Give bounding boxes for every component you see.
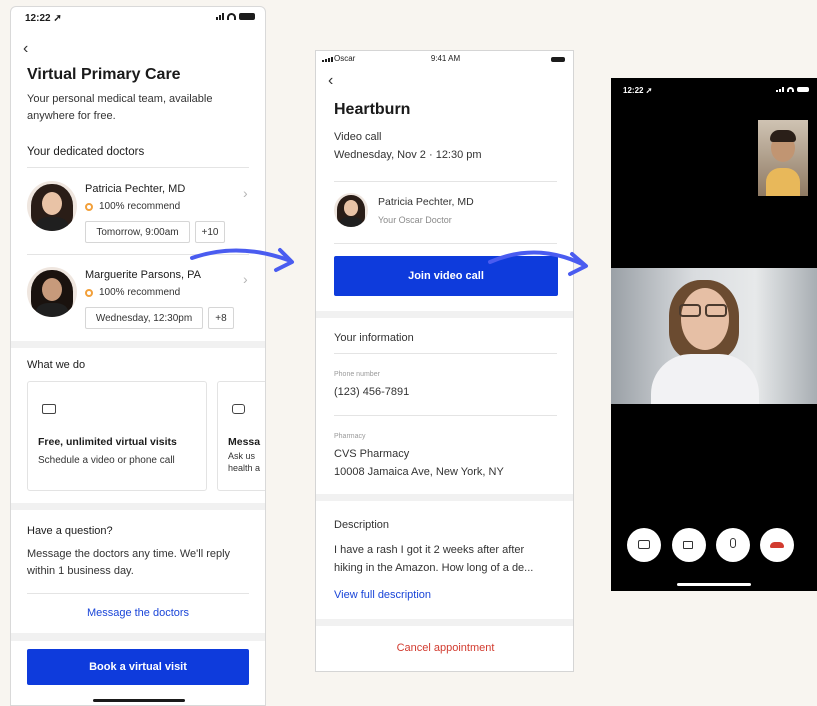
status-time: 12:22 ➚ bbox=[623, 86, 653, 95]
description-heading: Description bbox=[334, 519, 390, 531]
virtual-care-screen: 12:22 ➚ ‹ Virtual Primary Care Your pers… bbox=[10, 6, 266, 706]
status-icons bbox=[776, 87, 809, 92]
status-bar: Oscar 9:41 AM bbox=[316, 51, 573, 69]
battery-icon bbox=[239, 13, 255, 20]
appointment-slot-pill[interactable]: Wednesday, 12:30pm bbox=[85, 307, 203, 329]
page-subtitle-line2: anywhere for free. bbox=[27, 110, 116, 122]
divider bbox=[334, 181, 557, 182]
visit-date: Wednesday, Nov 2 · 12:30 pm bbox=[334, 149, 482, 161]
signal-icon bbox=[216, 13, 224, 20]
hang-up-icon bbox=[770, 542, 784, 548]
phone-value: (123) 456-7891 bbox=[334, 386, 410, 398]
status-time: 12:22 ➚ bbox=[25, 13, 62, 24]
pharmacy-name: CVS Pharmacy bbox=[334, 448, 410, 460]
your-information-heading: Your information bbox=[334, 332, 414, 344]
what-we-do-heading: What we do bbox=[27, 359, 86, 371]
battery-icon bbox=[551, 57, 565, 62]
flow-arrow-icon bbox=[190, 248, 294, 272]
status-bar: 12:22 ➚ bbox=[611, 78, 817, 102]
chevron-right-icon: › bbox=[243, 185, 248, 201]
question-heading: Have a question? bbox=[27, 525, 113, 537]
book-virtual-visit-button[interactable]: Book a virtual visit bbox=[27, 649, 249, 685]
card-desc: Schedule a video or phone call bbox=[38, 455, 175, 466]
view-full-description-link[interactable]: View full description bbox=[334, 587, 431, 604]
signal-icon bbox=[776, 87, 784, 92]
section-divider bbox=[316, 311, 573, 318]
doctor-name: Patricia Pechter, MD bbox=[85, 183, 186, 195]
section-divider bbox=[11, 633, 265, 641]
pharmacy-address: 10008 Jamaica Ave, New York, NY bbox=[334, 466, 504, 478]
recommend-icon bbox=[85, 289, 93, 297]
self-video-preview[interactable] bbox=[758, 120, 808, 196]
video-toggle-button[interactable] bbox=[672, 528, 706, 562]
wifi-icon bbox=[227, 13, 236, 20]
visit-type: Video call bbox=[334, 131, 382, 143]
remote-video-feed bbox=[611, 268, 817, 404]
video-camera-icon bbox=[683, 541, 693, 549]
card-title: Free, unlimited virtual visits bbox=[38, 436, 177, 448]
section-divider bbox=[316, 494, 573, 501]
video-camera-icon bbox=[42, 404, 56, 414]
back-chevron-icon[interactable]: ‹ bbox=[328, 73, 333, 89]
card-desc-line2: health a bbox=[228, 463, 261, 473]
camera-flip-button[interactable] bbox=[627, 528, 661, 562]
phone-label: Phone number bbox=[334, 371, 380, 378]
recommend-text: 100% recommend bbox=[99, 287, 181, 298]
back-chevron-icon[interactable]: ‹ bbox=[23, 41, 28, 57]
divider bbox=[334, 353, 557, 354]
service-card-visits[interactable]: Free, unlimited virtual visits Schedule … bbox=[27, 381, 207, 491]
doctors-heading: Your dedicated doctors bbox=[27, 146, 145, 158]
appointment-title: Heartburn bbox=[334, 101, 411, 118]
appointment-slot-pill[interactable]: Tomorrow, 9:00am bbox=[85, 221, 190, 243]
avatar bbox=[334, 193, 368, 227]
recommend-text: 100% recommend bbox=[99, 201, 181, 212]
description-line1: I have a rash I got it 2 weeks after aft… bbox=[334, 544, 525, 556]
description-line2: hiking in the Amazon. How long of a de..… bbox=[334, 562, 534, 574]
mute-button[interactable] bbox=[716, 528, 750, 562]
divider bbox=[27, 593, 249, 594]
home-indicator bbox=[93, 699, 185, 702]
avatar bbox=[27, 267, 77, 317]
end-call-button[interactable] bbox=[760, 528, 794, 562]
service-card-messaging[interactable]: Messa Ask us health a bbox=[217, 381, 265, 491]
more-slots-pill[interactable]: +8 bbox=[208, 307, 234, 329]
card-title: Messa bbox=[228, 436, 261, 448]
divider bbox=[27, 167, 249, 168]
avatar bbox=[27, 181, 77, 231]
chat-bubble-icon bbox=[232, 404, 245, 414]
appointment-detail-screen: Oscar 9:41 AM ‹ Heartburn Video call Wed… bbox=[315, 50, 574, 672]
status-time: 9:41 AM bbox=[430, 54, 461, 63]
divider bbox=[334, 415, 557, 416]
section-divider bbox=[11, 341, 265, 348]
page-title: Virtual Primary Care bbox=[27, 66, 181, 83]
flow-arrow-icon bbox=[488, 250, 588, 276]
microphone-icon bbox=[730, 538, 736, 548]
recommend-icon bbox=[85, 203, 93, 211]
section-divider bbox=[316, 619, 573, 626]
doctor-name: Marguerite Parsons, PA bbox=[85, 269, 201, 281]
battery-icon bbox=[797, 87, 809, 92]
doctor-role: Your Oscar Doctor bbox=[378, 215, 452, 225]
status-icons bbox=[216, 13, 255, 20]
doctor-row-pechter[interactable]: Patricia Pechter, MD 100% recommend › To… bbox=[11, 173, 265, 247]
cancel-appointment-link[interactable]: Cancel appointment bbox=[316, 640, 573, 657]
doctor-name: Patricia Pechter, MD bbox=[378, 196, 474, 208]
message-doctors-link[interactable]: Message the doctors bbox=[11, 605, 265, 622]
pharmacy-label: Pharmacy bbox=[334, 433, 366, 440]
question-text-line2: within 1 business day. bbox=[27, 565, 134, 577]
camera-switch-icon bbox=[638, 540, 650, 549]
status-bar: 12:22 ➚ bbox=[11, 7, 265, 31]
page-subtitle-line1: Your personal medical team, available bbox=[27, 93, 213, 105]
video-call-screen: 12:22 ➚ bbox=[611, 78, 817, 591]
section-divider bbox=[11, 503, 265, 510]
home-indicator bbox=[677, 583, 751, 586]
question-text-line1: Message the doctors any time. We'll repl… bbox=[27, 548, 231, 560]
wifi-icon bbox=[787, 87, 794, 92]
